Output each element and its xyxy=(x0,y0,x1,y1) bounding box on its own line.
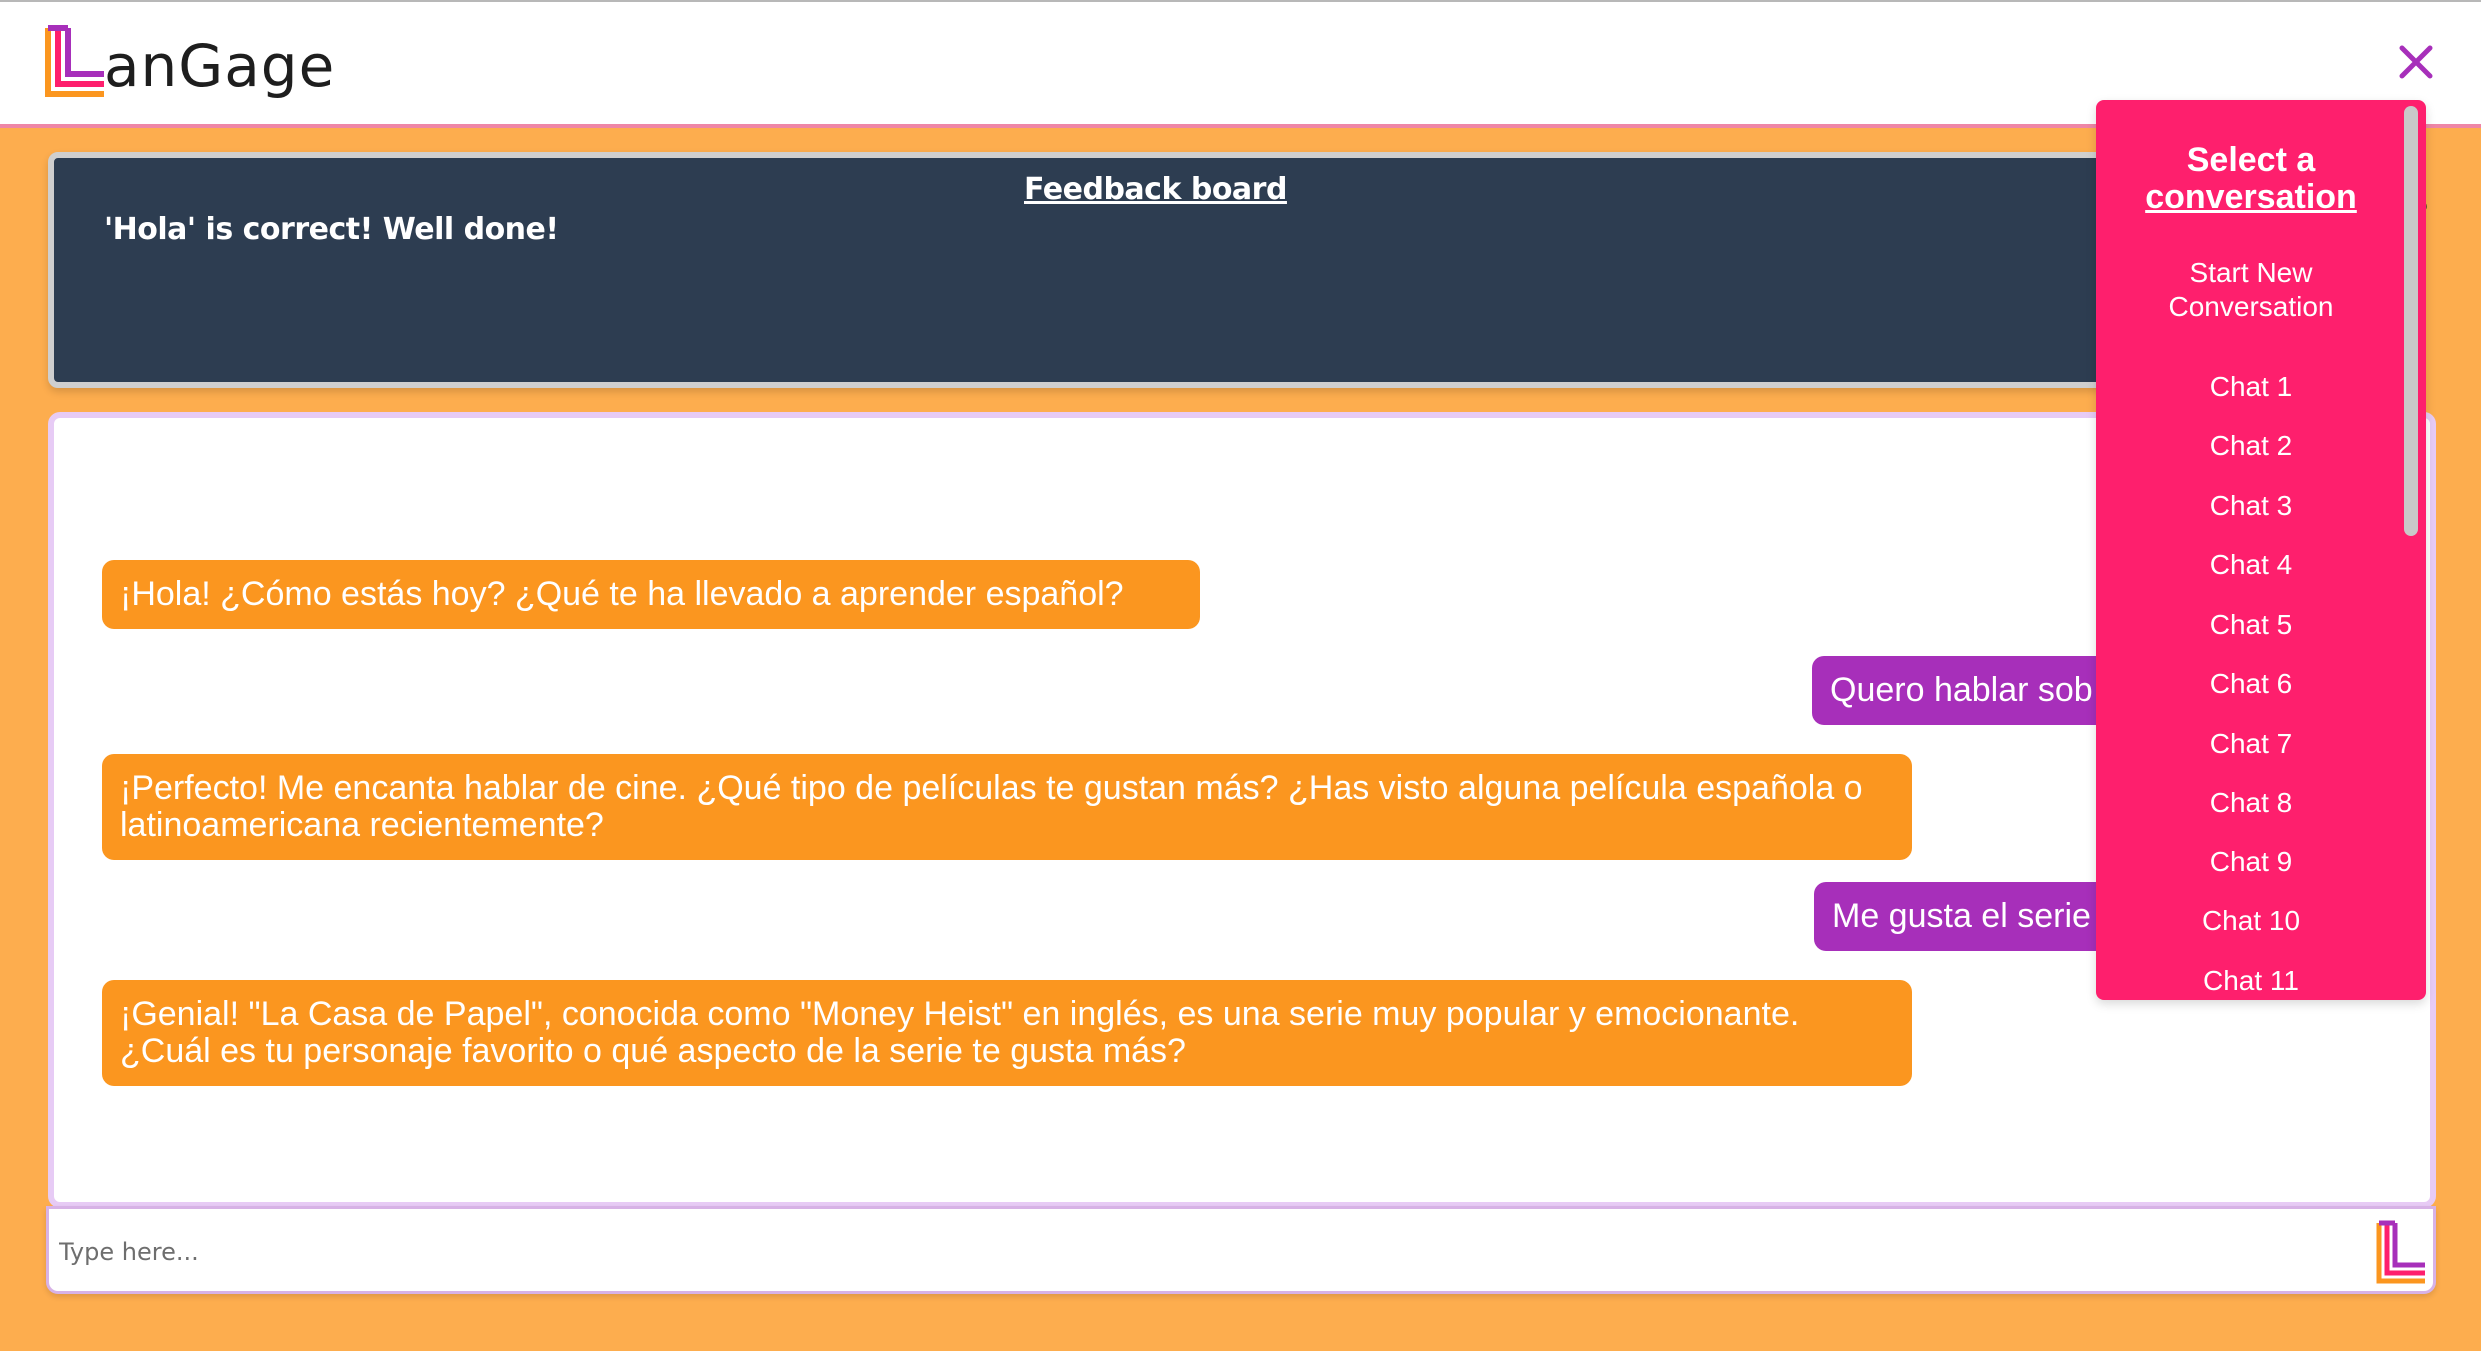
menu-item-chat-11[interactable]: Chat 11 xyxy=(2096,964,2406,998)
chat-window[interactable]: ¡Hola! ¿Cómo estás hoy? ¿Qué te ha lleva… xyxy=(48,412,2436,1208)
feedback-message: 'Hola' is correct! Well done! xyxy=(104,212,559,247)
menu-item-chat-7[interactable]: Chat 7 xyxy=(2096,727,2406,761)
brand-name: anGage xyxy=(104,32,336,100)
bot-message: ¡Genial! "La Casa de Papel", conocida co… xyxy=(102,980,1912,1086)
menu-item-chat-2[interactable]: Chat 2 xyxy=(2096,429,2406,463)
start-new-conversation-button[interactable]: Start New Conversation xyxy=(2096,256,2406,324)
send-logo-icon[interactable] xyxy=(2375,1219,2429,1287)
menu-item-chat-5[interactable]: Chat 5 xyxy=(2096,608,2406,642)
bot-message: ¡Hola! ¿Cómo estás hoy? ¿Qué te ha lleva… xyxy=(102,560,1200,629)
menu-title-link: conversation xyxy=(2145,178,2357,216)
menu-item-chat-10[interactable]: Chat 10 xyxy=(2096,904,2406,938)
menu-scrollbar[interactable] xyxy=(2404,106,2418,536)
user-message: Quero hablar sob xyxy=(1812,656,2142,725)
close-icon[interactable] xyxy=(2396,42,2436,82)
bot-message: ¡Perfecto! Me encanta hablar de cine. ¿Q… xyxy=(102,754,1912,860)
langage-logo-icon[interactable] xyxy=(44,24,108,100)
menu-item-chat-9[interactable]: Chat 9 xyxy=(2096,845,2406,879)
menu-item-chat-1[interactable]: Chat 1 xyxy=(2096,370,2406,404)
menu-item-chat-8[interactable]: Chat 8 xyxy=(2096,786,2406,820)
menu-title: Select a conversation xyxy=(2145,141,2357,216)
message-input-bar xyxy=(46,1206,2436,1294)
menu-item-chat-3[interactable]: Chat 3 xyxy=(2096,489,2406,523)
user-message: Me gusta el serie xyxy=(1814,882,2144,951)
conversation-menu: Select a conversation Start New Conversa… xyxy=(2096,100,2426,1000)
menu-item-chat-6[interactable]: Chat 6 xyxy=(2096,667,2406,701)
feedback-title: Feedback board xyxy=(1024,172,1287,207)
feedback-board: Feedback board 'Hola' is correct! Well d… xyxy=(48,152,2248,388)
menu-item-chat-4[interactable]: Chat 4 xyxy=(2096,548,2406,582)
message-input[interactable] xyxy=(59,1227,2319,1277)
